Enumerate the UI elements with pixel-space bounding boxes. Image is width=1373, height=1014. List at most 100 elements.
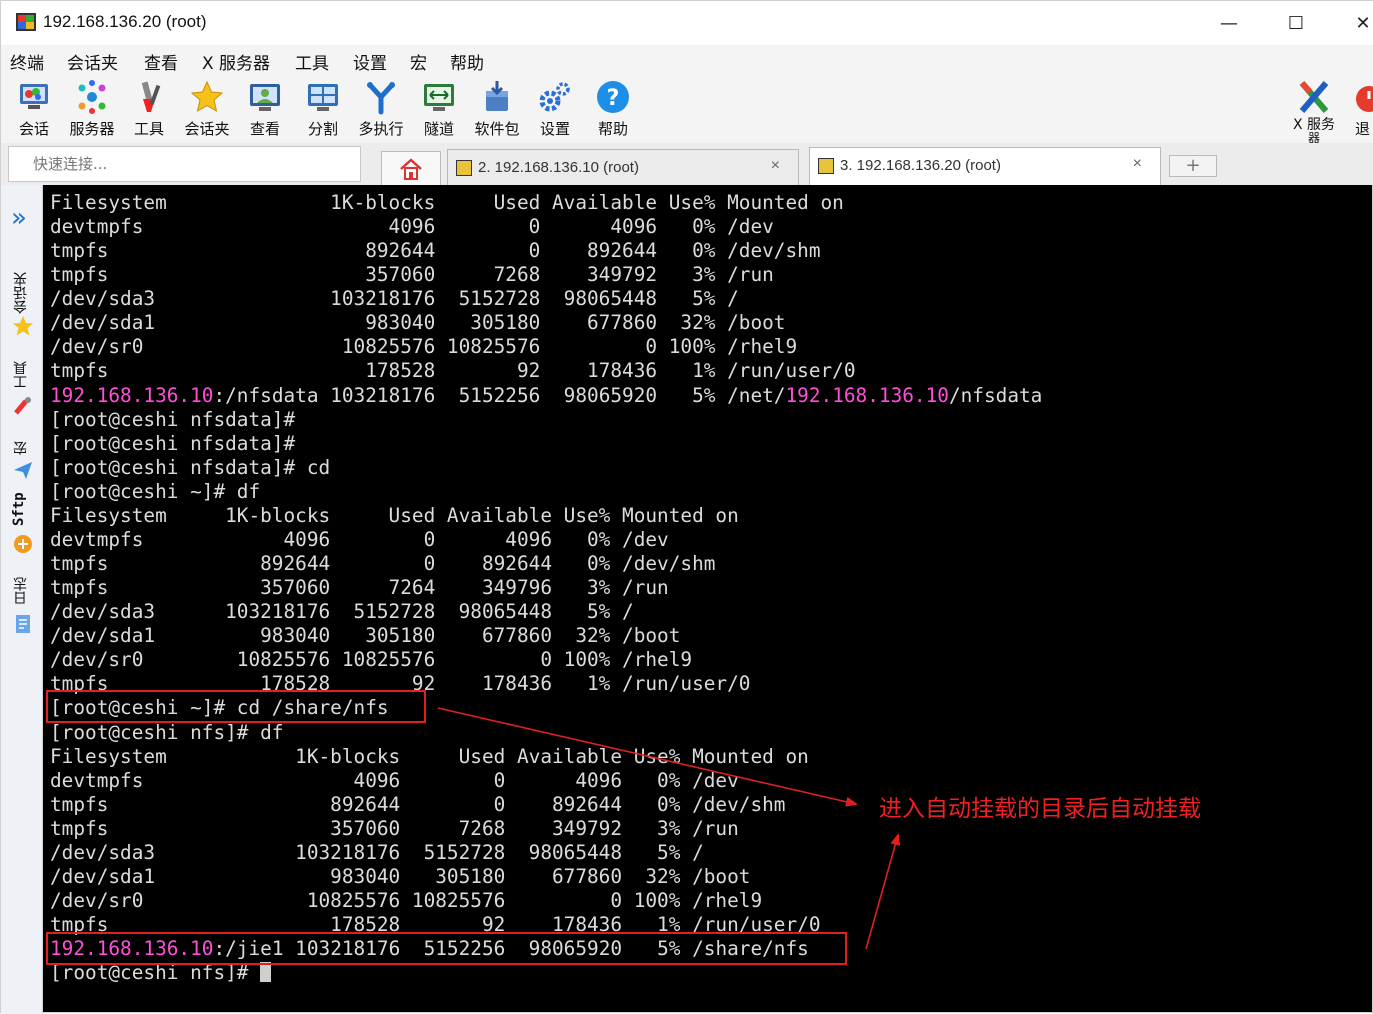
star-icon xyxy=(190,80,224,113)
terminal-output[interactable]: Filesystem 1K-blocks Used Available Use%… xyxy=(43,185,1372,1012)
help-icon: ? xyxy=(597,81,629,113)
terminal-text: tmpfs 892644 0 892644 0% /dev/shm xyxy=(50,239,821,263)
sidebar-tab-log[interactable]: 日志 xyxy=(11,573,35,609)
terminal-text: /dev/sr0 10825576 10825576 0 100% /rhel9 xyxy=(50,889,763,913)
toolbar-split-button[interactable]: 分割 xyxy=(295,79,351,141)
terminal-text: tmpfs 357060 7264 349796 3% /run xyxy=(50,576,669,600)
toolbar-tools-button[interactable]: 工具 xyxy=(121,79,177,141)
ip-address: 192.168.136.10 xyxy=(785,383,949,407)
power-icon xyxy=(1356,86,1373,112)
toolbar-exit-button[interactable]: 退 xyxy=(1347,79,1373,141)
toolbar-label: 分割 xyxy=(307,120,338,138)
terminal-text: /nfsdata xyxy=(948,383,1043,407)
sidebar-tab-sessions[interactable]: 会话夹 xyxy=(11,263,35,323)
tools-icon xyxy=(141,81,161,112)
highlight-cd-command xyxy=(46,690,426,723)
home-tab[interactable] xyxy=(381,151,441,185)
toolbar-session-button[interactable]: 会话 xyxy=(6,79,62,141)
tab-session-3-active[interactable]: 3. 192.168.136.20 (root) × xyxy=(809,147,1161,185)
log-icon xyxy=(16,615,30,633)
terminal-text: [root@ceshi nfs]# df xyxy=(50,720,284,744)
terminal-line: devtmpfs 4096 0 4096 0% /dev xyxy=(50,769,739,793)
toolbar-packages-button[interactable]: 软件包 xyxy=(469,79,525,141)
terminal-line: /dev/sda3 103218176 5152728 98065448 5% … xyxy=(50,841,704,865)
tab-close-icon[interactable]: × xyxy=(771,157,780,175)
annotation-text: 进入自动挂载的目录后自动挂载 xyxy=(879,796,1201,822)
menu-tools[interactable]: 工具 xyxy=(295,49,329,74)
terminal-line: Filesystem 1K-blocks Used Available Use%… xyxy=(50,191,844,215)
tab-label: 2. 192.168.136.10 (root) xyxy=(478,159,639,176)
terminal-line: [root@ceshi nfs]# df xyxy=(50,721,283,745)
terminal-text: tmpfs 892644 0 892644 0% /dev/shm xyxy=(50,552,716,576)
toolbar-label: 软件包 xyxy=(474,120,520,138)
terminal-text: /dev/sda3 103218176 5152728 98065448 5% … xyxy=(50,840,704,864)
split-icon xyxy=(308,84,338,111)
sidebar-tab-macros[interactable]: 宏 xyxy=(11,437,35,459)
terminal-text: /dev/sda1 983040 305180 677860 32% /boot xyxy=(50,311,786,335)
menu-terminal[interactable]: 终端 xyxy=(10,49,44,74)
menu-sessions[interactable]: 会话夹 xyxy=(67,49,118,74)
terminal-line: [root@ceshi nfsdata]# xyxy=(50,408,295,432)
close-button[interactable]: ✕ xyxy=(1343,9,1373,37)
toolbar-settings-button[interactable]: 设置 xyxy=(527,79,583,141)
terminal-text: tmpfs 892644 0 892644 0% /dev/shm xyxy=(50,792,786,816)
sidebar-tab-sftp[interactable]: Sftp xyxy=(11,487,35,531)
terminal-text: tmpfs 178528 92 178436 1% /run/user/0 xyxy=(50,359,856,383)
quick-connect-input[interactable]: 快速连接... xyxy=(8,146,361,182)
tab-session-2[interactable]: 2. 192.168.136.10 (root) × xyxy=(447,149,799,185)
maximize-button[interactable]: ☐ xyxy=(1276,9,1316,37)
terminal-line: /dev/sda1 983040 305180 677860 32% /boot xyxy=(50,865,750,889)
terminal-text: /dev/sda3 103218176 5152728 98065448 5% … xyxy=(50,287,739,311)
terminal-line: [root@ceshi ~]# df xyxy=(50,480,260,504)
menu-help[interactable]: 帮助 xyxy=(450,49,484,74)
terminal-line: /dev/sr0 10825576 10825576 0 100% /rhel9 xyxy=(50,889,762,913)
terminal-line: [root@ceshi nfsdata]# xyxy=(50,432,295,456)
toolbar-xserver-button[interactable]: X 服务 器 xyxy=(1286,79,1342,144)
svg-text:?: ? xyxy=(607,86,620,111)
toolbar-tunnel-button[interactable]: 隧道 xyxy=(411,79,467,141)
toolbar-label: 服务器 xyxy=(69,120,115,138)
toolbar: 会话 服务器 工具 会话夹 查看 分割 多执行 隧道 软件包 设置 ? 帮助 X… xyxy=(1,75,1373,144)
toolbar-view-button[interactable]: 查看 xyxy=(237,79,293,141)
sidebar-tab-tools[interactable]: 工具 xyxy=(11,355,35,395)
terminal-text: Filesystem 1K-blocks Used Available Use%… xyxy=(50,744,809,768)
terminal-line: tmpfs 178528 92 178436 1% /run/user/0 xyxy=(50,359,856,383)
xserver-label: X 服务 xyxy=(1292,117,1336,133)
terminal-text: tmpfs 357060 7268 349792 3% /run xyxy=(50,816,739,840)
terminal-line: devtmpfs 4096 0 4096 0% /dev xyxy=(50,215,774,239)
menu-macros[interactable]: 宏 xyxy=(410,49,427,74)
title-bar: 192.168.136.20 (root) — ☐ ✕ xyxy=(1,1,1373,45)
new-tab-button[interactable]: + xyxy=(1169,155,1217,177)
tunnel-icon xyxy=(424,84,454,111)
menu-view[interactable]: 查看 xyxy=(144,49,178,74)
toolbar-help-button[interactable]: ? 帮助 xyxy=(585,79,641,141)
settings-icon xyxy=(539,82,570,112)
toolbar-label: 多执行 xyxy=(358,120,404,138)
toolbar-multiexec-button[interactable]: 多执行 xyxy=(353,79,409,141)
mobaxterm-app-icon xyxy=(16,13,36,31)
sftp-icon xyxy=(14,535,32,553)
terminal-line: tmpfs 892644 0 892644 0% /dev/shm xyxy=(50,793,785,817)
toolbar-label: 隧道 xyxy=(423,120,454,138)
terminal-line: devtmpfs 4096 0 4096 0% /dev xyxy=(50,528,669,552)
view-icon xyxy=(250,84,280,111)
toolbar-sessions-folder-button[interactable]: 会话夹 xyxy=(179,79,235,141)
terminal-text: devtmpfs 4096 0 4096 0% /dev xyxy=(50,768,739,792)
menu-bar: 终端 会话夹 查看 X 服务器 工具 设置 宏 帮助 xyxy=(1,45,1373,75)
terminal-line: /dev/sda3 103218176 5152728 98065448 5% … xyxy=(50,600,634,624)
expand-sidebar-icon[interactable]: » xyxy=(11,203,27,233)
terminal-tab-icon xyxy=(456,160,472,176)
session-icon xyxy=(20,84,48,109)
toolbar-servers-button[interactable]: 服务器 xyxy=(64,79,120,141)
menu-xserver[interactable]: X 服务器 xyxy=(202,49,270,74)
tab-label: 3. 192.168.136.20 (root) xyxy=(840,157,1001,174)
minimize-button[interactable]: — xyxy=(1209,9,1249,37)
servers-icon xyxy=(78,80,106,114)
terminal-cursor xyxy=(260,962,272,983)
tab-close-icon[interactable]: × xyxy=(1133,155,1142,173)
terminal-line: /dev/sr0 10825576 10825576 0 100% /rhel9 xyxy=(50,335,797,359)
menu-settings[interactable]: 设置 xyxy=(353,49,387,74)
terminal-tab-icon xyxy=(818,158,834,174)
terminal-line: [root@ceshi nfsdata]# cd xyxy=(50,456,330,480)
terminal-text: /dev/sr0 10825576 10825576 0 100% /rhel9 xyxy=(50,335,798,359)
